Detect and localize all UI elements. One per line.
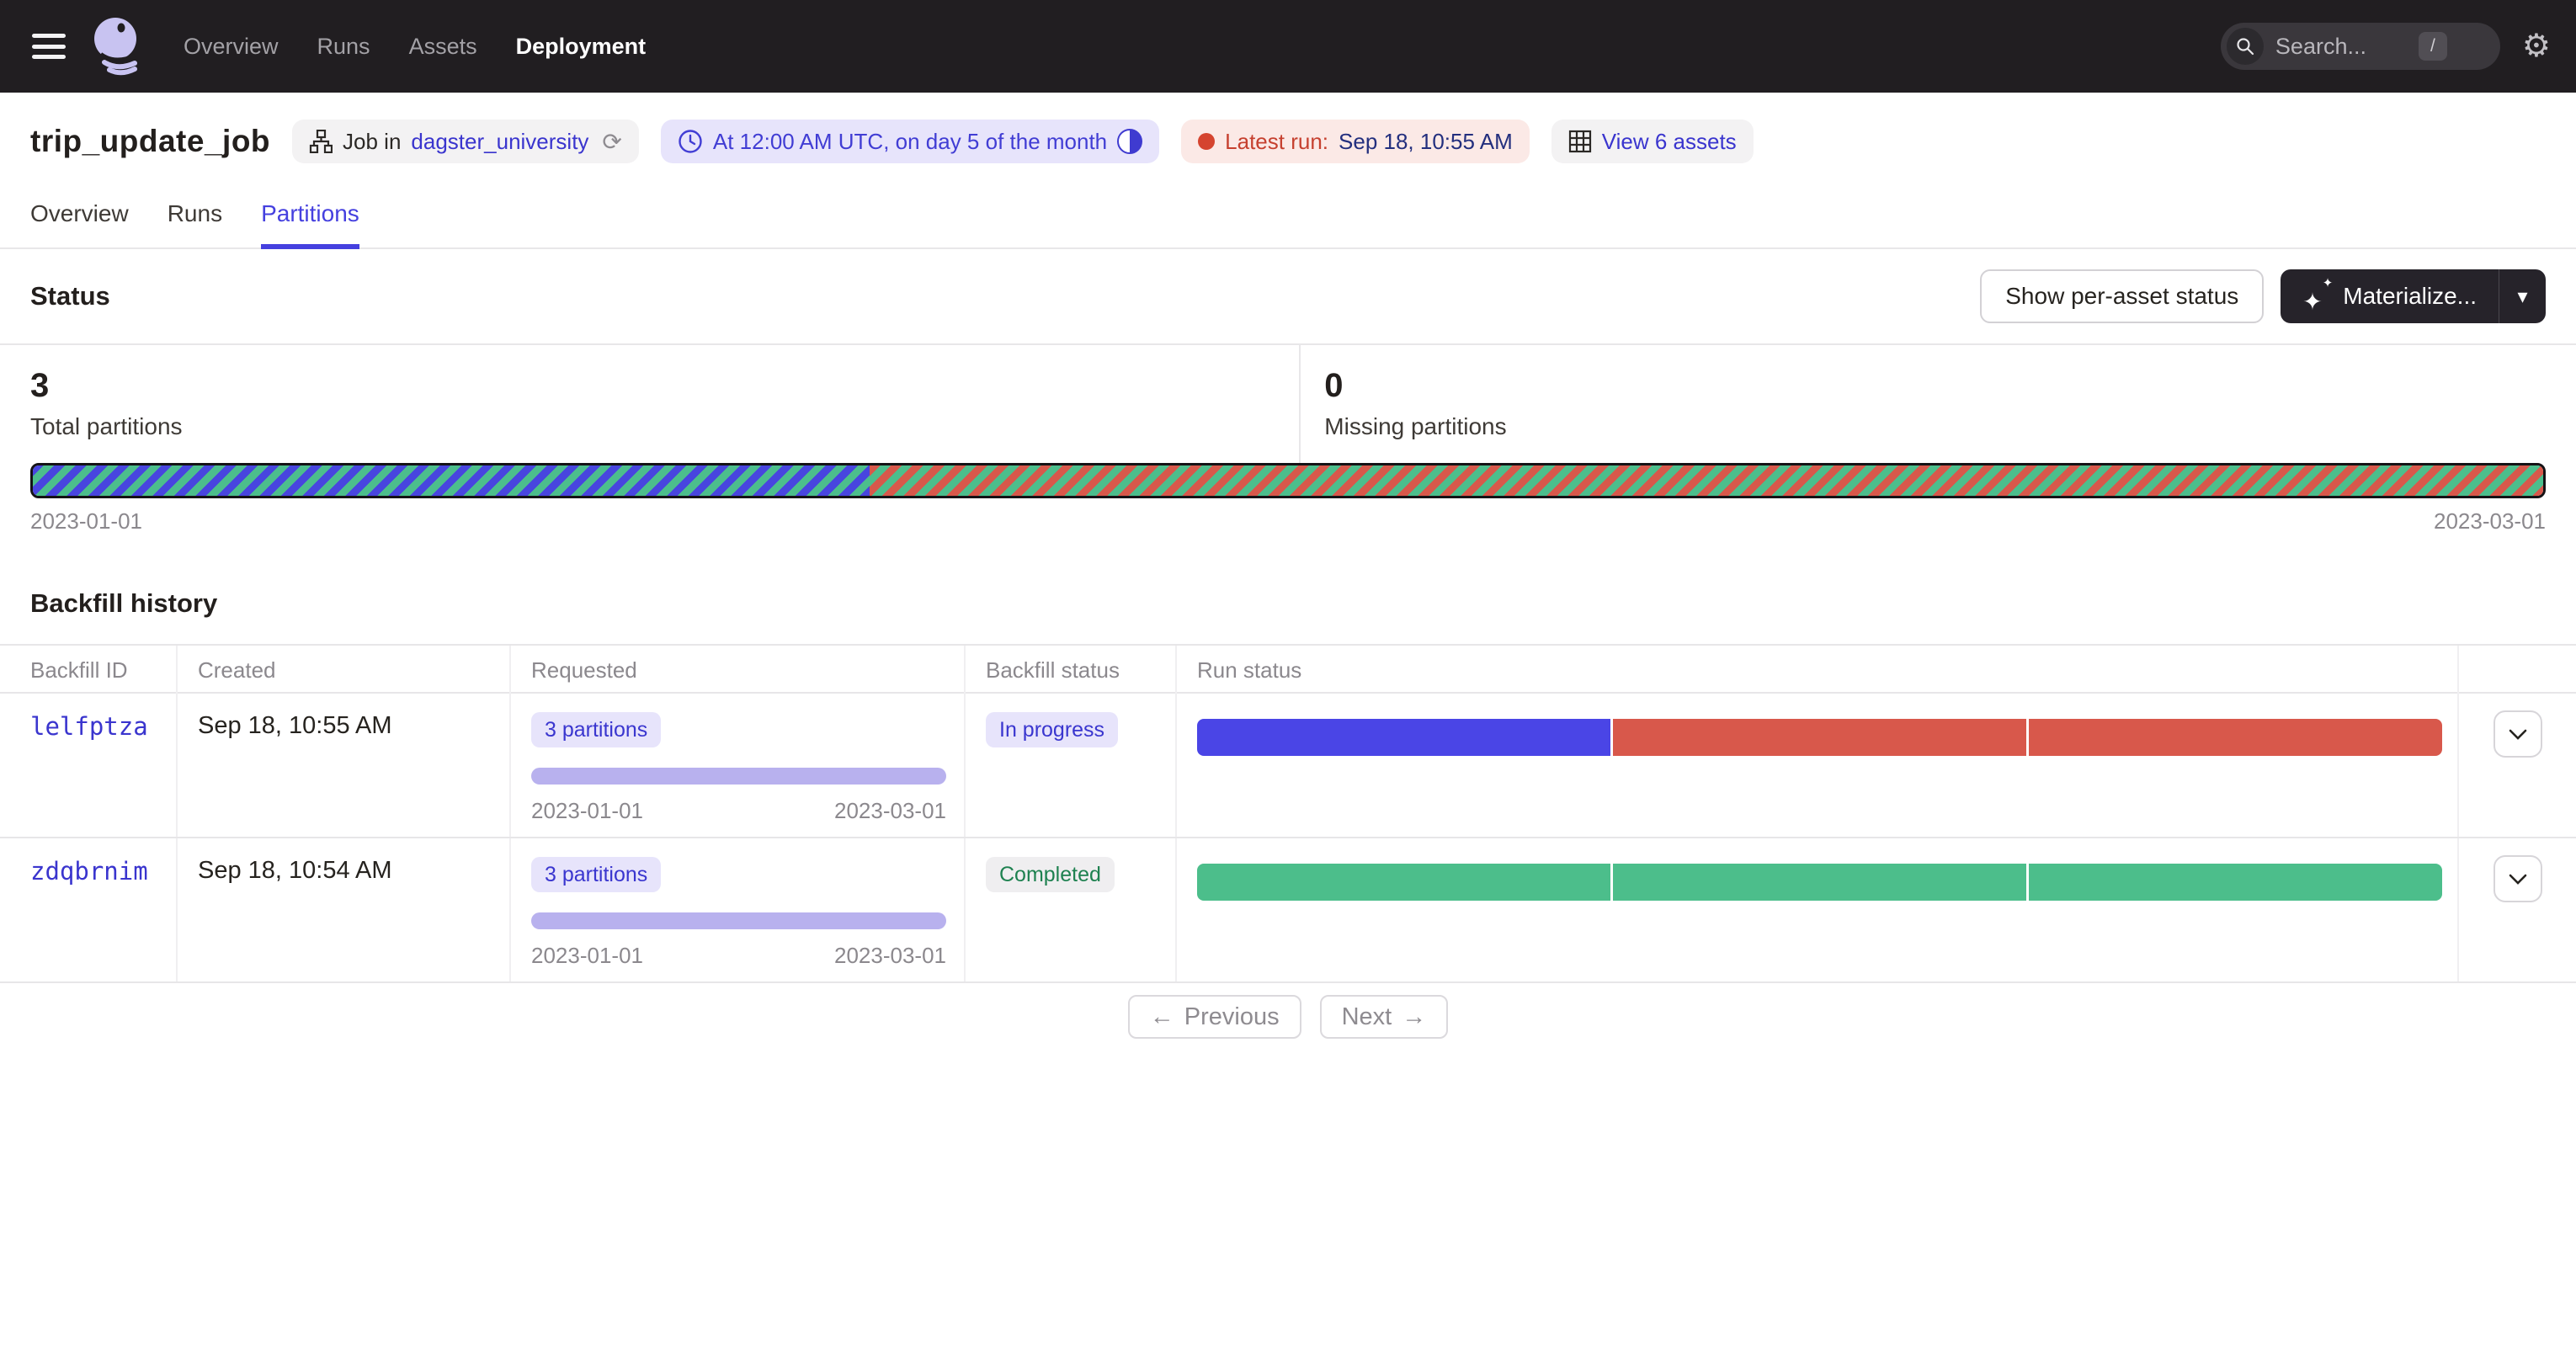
job-location-badge: Job in dagster_university ⟳ [292, 120, 639, 163]
refresh-icon[interactable]: ⟳ [602, 128, 621, 156]
col-requested: Requested [511, 646, 966, 695]
page-title: trip_update_job [30, 124, 270, 159]
chevron-down-icon [2509, 729, 2527, 740]
requested-range-start: 2023-01-01 [531, 943, 643, 969]
pagination: ← Previous Next → [0, 995, 2576, 1039]
asset-grid-icon [1568, 130, 1592, 153]
partition-bar-segment-right[interactable] [870, 465, 2543, 496]
nav-item-overview[interactable]: Overview [184, 34, 279, 60]
run-status-bar[interactable] [1197, 719, 2442, 756]
latest-run-label: Latest run: [1225, 129, 1328, 155]
requested-partitions-pill[interactable]: 3 partitions [531, 712, 661, 747]
search-shortcut-key: / [2419, 32, 2447, 61]
tab-partitions[interactable]: Partitions [261, 200, 359, 249]
primary-nav: Overview Runs Assets Deployment [184, 34, 646, 60]
stat-missing-partitions: 0 Missing partitions [1301, 345, 2576, 463]
col-backfill-status: Backfill status [966, 646, 1177, 695]
requested-range-start: 2023-01-01 [531, 798, 643, 824]
missing-partitions-label: Missing partitions [1324, 413, 2546, 440]
repository-link[interactable]: dagster_university [411, 129, 588, 155]
nav-item-runs[interactable]: Runs [317, 34, 370, 60]
partition-bar-segment-left[interactable] [33, 465, 870, 496]
chevron-down-icon [2509, 874, 2527, 885]
next-page-button[interactable]: Next → [1320, 995, 1449, 1039]
total-partitions-label: Total partitions [30, 413, 1269, 440]
previous-page-button[interactable]: ← Previous [1128, 995, 1301, 1039]
backfill-id-link[interactable]: zdqbrnim [30, 857, 148, 886]
requested-range-end: 2023-03-01 [834, 943, 946, 969]
hamburger-menu-icon[interactable] [32, 34, 66, 59]
expand-row-button[interactable] [2494, 855, 2542, 902]
nav-item-assets[interactable]: Assets [409, 34, 477, 60]
created-timestamp: Sep 18, 10:55 AM [198, 712, 392, 739]
requested-range-end: 2023-03-01 [834, 798, 946, 824]
partition-stats: 3 Total partitions 0 Missing partitions [0, 345, 2576, 463]
tab-runs[interactable]: Runs [168, 200, 222, 249]
partition-range-start: 2023-01-01 [30, 508, 142, 535]
backfill-history-heading: Backfill history [30, 588, 2546, 619]
backfill-status-badge: Completed [986, 857, 1115, 892]
materialize-split-button: ✦✦ Materialize... ▾ [2281, 269, 2546, 323]
col-run-status: Run status [1177, 646, 2459, 695]
job-location-prefix: Job in [343, 129, 401, 155]
view-assets-badge: View 6 assets [1551, 120, 1754, 163]
requested-partitions-pill[interactable]: 3 partitions [531, 857, 661, 892]
search-icon [2227, 28, 2264, 65]
search-box[interactable]: / [2221, 23, 2500, 70]
backfill-status-badge: In progress [986, 712, 1118, 747]
backfill-id-link[interactable]: lelfptza [30, 712, 148, 741]
expand-row-button[interactable] [2494, 710, 2542, 758]
table-row: lelfptza Sep 18, 10:55 AM 3 partitions 2… [0, 694, 2576, 838]
show-per-asset-status-button[interactable]: Show per-asset status [1980, 269, 2264, 323]
backfill-table-header: Backfill ID Created Requested Backfill s… [0, 646, 2576, 694]
partition-range-end: 2023-03-01 [2434, 508, 2546, 535]
latest-run-badge: Latest run: Sep 18, 10:55 AM [1181, 120, 1530, 163]
col-created: Created [178, 646, 511, 695]
search-input[interactable] [2275, 34, 2419, 60]
partition-status-bar-section: 2023-01-01 2023-03-01 [0, 463, 2576, 535]
schedule-badge: At 12:00 AM UTC, on day 5 of the month [661, 120, 1159, 163]
total-partitions-value: 3 [30, 367, 1269, 405]
view-assets-link[interactable]: View 6 assets [1602, 129, 1737, 155]
status-section-header: Status Show per-asset status ✦✦ Material… [0, 249, 2576, 345]
settings-gear-icon[interactable]: ⚙ [2522, 30, 2551, 62]
arrow-right-icon: → [1402, 1003, 1426, 1031]
materialize-button[interactable]: ✦✦ Materialize... [2281, 269, 2499, 323]
dagster-logo-icon[interactable] [89, 15, 145, 77]
tab-overview[interactable]: Overview [30, 200, 129, 249]
materialize-dropdown-caret[interactable]: ▾ [2499, 269, 2546, 323]
col-backfill-id: Backfill ID [0, 646, 178, 695]
clock-icon [678, 129, 703, 154]
stat-total-partitions: 3 Total partitions [0, 345, 1301, 463]
created-timestamp: Sep 18, 10:54 AM [198, 857, 392, 884]
tab-bar: Overview Runs Partitions [0, 200, 2576, 249]
requested-range-bar [531, 768, 946, 785]
top-nav-bar: Overview Runs Assets Deployment / ⚙ [0, 0, 2576, 93]
workflow-icon [309, 130, 333, 153]
status-heading: Status [30, 281, 110, 311]
arrow-left-icon: ← [1150, 1003, 1174, 1031]
latest-run-time-link[interactable]: Sep 18, 10:55 AM [1339, 129, 1513, 155]
run-status-bar[interactable] [1197, 864, 2442, 901]
job-header: trip_update_job Job in dagster_universit… [30, 120, 2546, 163]
nav-item-deployment[interactable]: Deployment [516, 34, 647, 60]
missing-partitions-value: 0 [1324, 367, 2546, 405]
sparkle-icon: ✦✦ [2302, 282, 2331, 311]
schedule-toggle[interactable] [1117, 129, 1142, 154]
table-row: zdqbrnim Sep 18, 10:54 AM 3 partitions 2… [0, 838, 2576, 983]
run-status-dot-icon [1198, 133, 1215, 150]
backfill-table: Backfill ID Created Requested Backfill s… [0, 644, 2576, 983]
requested-range-bar [531, 912, 946, 929]
schedule-text: At 12:00 AM UTC, on day 5 of the month [713, 129, 1107, 155]
partition-status-bar[interactable] [30, 463, 2546, 498]
